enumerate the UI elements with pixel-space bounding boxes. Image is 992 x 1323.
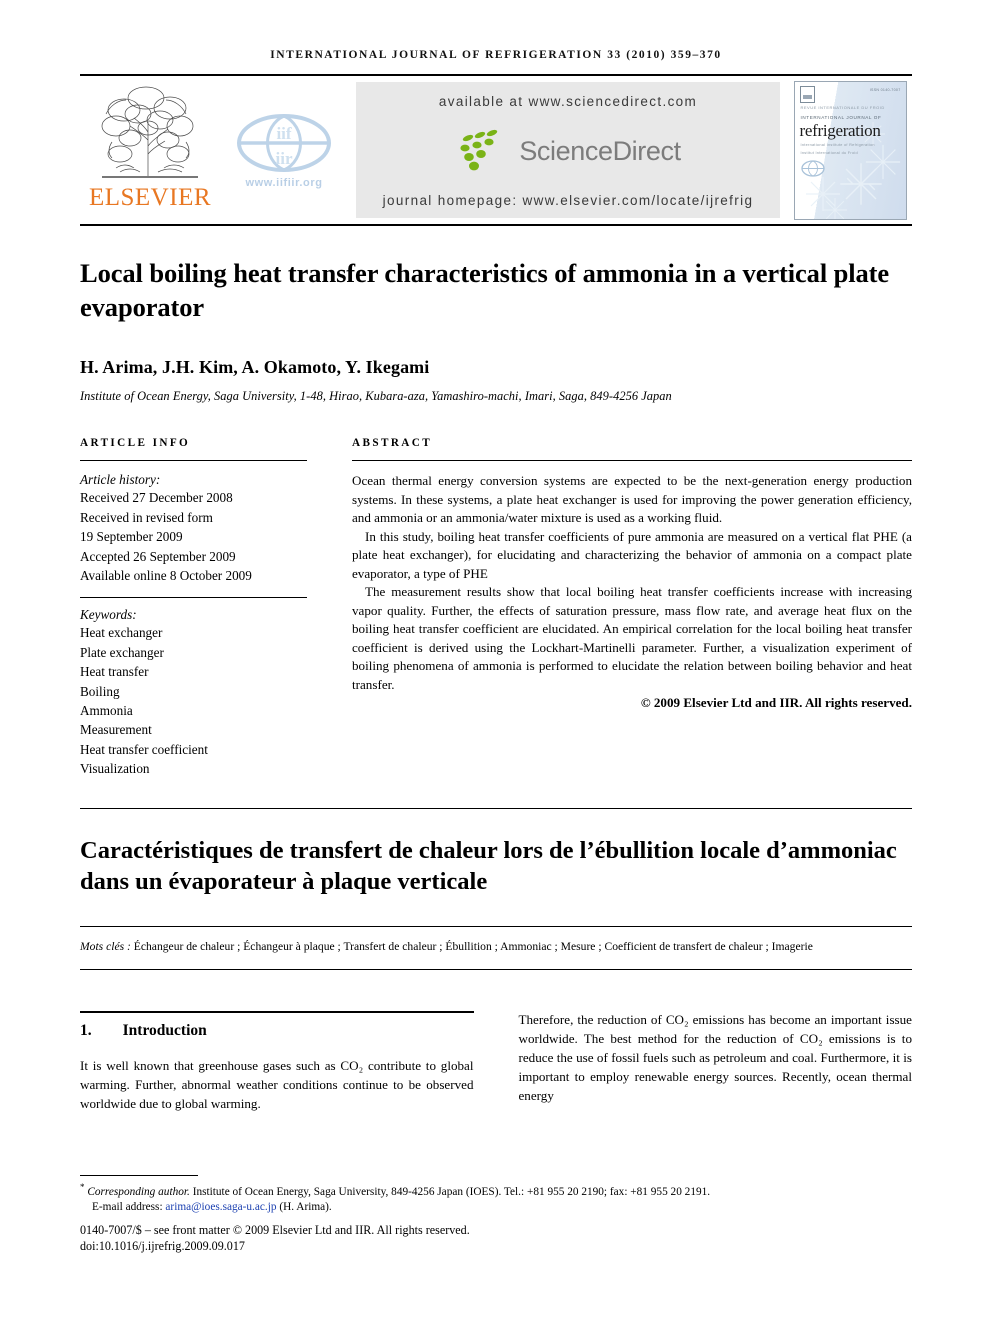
keyword-item: Measurement bbox=[80, 722, 152, 738]
keyword-item: Heat transfer bbox=[80, 664, 149, 680]
french-keywords: Mots clés : Échangeur de chaleur ; Échan… bbox=[80, 938, 912, 955]
elsevier-wordmark: ELSEVIER bbox=[88, 184, 212, 211]
divider-french-bottom bbox=[80, 969, 912, 971]
body-columns: 1. Introduction It is well known that gr… bbox=[80, 1011, 912, 1114]
article-info-heading: ARTICLE INFO bbox=[80, 437, 191, 450]
history-item: Received 27 December 2008 bbox=[80, 490, 233, 506]
history-item: Received in revised form bbox=[80, 509, 213, 525]
iir-globe-icon: iif iir bbox=[237, 113, 331, 172]
elsevier-logo: ELSEVIER bbox=[80, 76, 220, 224]
article-history-label: Article history: bbox=[80, 472, 161, 488]
footnote-area: * Corresponding author. Institute of Oce… bbox=[80, 1174, 912, 1255]
doi-line: doi:10.1016/j.ijrefrig.2009.09.017 bbox=[80, 1239, 245, 1254]
divider-article-info bbox=[80, 460, 307, 462]
author-affiliation: Institute of Ocean Energy, Saga Universi… bbox=[80, 389, 672, 404]
sciencedirect-wordmark: ScienceDirect bbox=[519, 135, 681, 166]
cover-elsevier-mark-icon bbox=[799, 85, 815, 103]
divider-keywords bbox=[80, 597, 307, 599]
iir-url-label: www.iifiir.org bbox=[245, 176, 323, 189]
cover-iir-globe-icon bbox=[800, 159, 825, 177]
corresponding-author-details: Institute of Ocean Energy, Saga Universi… bbox=[192, 1185, 711, 1198]
footnote-divider bbox=[80, 1174, 198, 1176]
email-note: E-mail address: arima@ioes.saga-u.ac.jp … bbox=[80, 1199, 912, 1215]
available-at-label: available at www.sciencedirect.com bbox=[438, 94, 698, 109]
email-owner: (H. Arima). bbox=[279, 1201, 332, 1214]
keywords-label: Keywords: bbox=[80, 607, 137, 623]
divider-section-head bbox=[80, 1011, 474, 1014]
sciencedirect-arrow-icon bbox=[460, 129, 498, 171]
french-keywords-list: Échangeur de chaleur ; Échangeur à plaqu… bbox=[133, 939, 813, 953]
body-column-right: Therefore, the reduction of CO₂ emission… bbox=[519, 1011, 913, 1114]
email-address-link[interactable]: arima@ioes.saga-u.ac.jp bbox=[165, 1201, 276, 1213]
french-title: Caractéristiques de transfert de chaleur… bbox=[80, 836, 897, 896]
body-text-left: It is well known that greenhouse gases s… bbox=[80, 1057, 474, 1114]
info-abstract-region: ARTICLE INFO Article history: Received 2… bbox=[80, 437, 912, 778]
elsevier-tree-icon bbox=[101, 86, 198, 178]
abstract-heading: ABSTRACT bbox=[352, 437, 433, 450]
section-title: Introduction bbox=[122, 1022, 207, 1040]
journal-masthead: ELSEVIER iif iir www.iifiir.org availabl… bbox=[80, 74, 912, 226]
front-matter-line: 0140-7007/$ – see front matter © 2009 El… bbox=[80, 1222, 470, 1237]
author-list: H. Arima, J.H. Kim, A. Okamoto, Y. Ikega… bbox=[80, 357, 912, 378]
cover-institute-line-2: Institut International du Froid bbox=[800, 150, 858, 155]
cover-issn-code: ISSN 0140-7007 bbox=[869, 87, 901, 92]
sciencedirect-banner: available at www.sciencedirect.com Scien… bbox=[356, 82, 780, 218]
svg-text:iir: iir bbox=[276, 149, 293, 168]
abstract-column: ABSTRACT Ocean thermal energy conversion… bbox=[352, 437, 912, 778]
corresponding-author-label: Corresponding author. bbox=[87, 1185, 190, 1198]
keyword-item: Visualization bbox=[80, 761, 150, 777]
abstract-paragraph: The measurement results show that local … bbox=[352, 584, 912, 692]
sciencedirect-logo: ScienceDirect bbox=[455, 129, 681, 173]
section-number: 1. bbox=[80, 1022, 92, 1040]
history-item: 19 September 2009 bbox=[80, 529, 183, 545]
abstract-body: Ocean thermal energy conversion systems … bbox=[352, 472, 912, 694]
section-heading: 1. Introduction bbox=[80, 1022, 474, 1040]
cover-english-line: INTERNATIONAL JOURNAL OF bbox=[800, 114, 882, 120]
abstract-paragraph: Ocean thermal energy conversion systems … bbox=[352, 473, 912, 526]
cover-french-line: REVUE INTERNATIONALE DU FROID bbox=[800, 104, 885, 110]
journal-homepage-label: journal homepage: www.elsevier.com/locat… bbox=[382, 193, 754, 208]
iir-logo: iif iir www.iifiir.org bbox=[220, 76, 348, 224]
email-address-label: E-mail address: bbox=[92, 1201, 163, 1214]
body-text-right: Therefore, the reduction of CO₂ emission… bbox=[519, 1011, 913, 1105]
abstract-paragraph: In this study, boiling heat transfer coe… bbox=[352, 528, 912, 581]
article-title: Local boiling heat transfer characterist… bbox=[80, 258, 890, 322]
keyword-item: Plate exchanger bbox=[80, 644, 164, 660]
divider-abstract bbox=[352, 460, 912, 462]
cover-institute-line-1: International Institute of Refrigeration bbox=[800, 142, 875, 147]
body-column-left: 1. Introduction It is well known that gr… bbox=[80, 1011, 474, 1114]
running-head: International Journal of Refrigeration 3… bbox=[270, 49, 722, 61]
author-names: H. Arima, J.H. Kim, A. Okamoto, Y. Ikega… bbox=[80, 357, 430, 378]
abstract-copyright: © 2009 Elsevier Ltd and IIR. All rights … bbox=[640, 695, 912, 711]
body-paragraph: It is well known that greenhouse gases s… bbox=[80, 1058, 474, 1111]
french-keywords-label: Mots clés : bbox=[80, 939, 131, 953]
keyword-item: Boiling bbox=[80, 683, 120, 699]
divider-french-top bbox=[80, 807, 912, 809]
journal-article-page: International Journal of Refrigeration 3… bbox=[0, 0, 992, 1323]
article-info-column: ARTICLE INFO Article history: Received 2… bbox=[80, 437, 307, 778]
keyword-item: Ammonia bbox=[80, 702, 133, 718]
corresponding-marker: * bbox=[80, 1181, 85, 1192]
keyword-item: Heat transfer coefficient bbox=[80, 741, 208, 757]
cover-journal-title: refrigeration bbox=[799, 120, 881, 140]
svg-text:iif: iif bbox=[276, 124, 291, 143]
history-item: Accepted 26 September 2009 bbox=[80, 548, 236, 564]
journal-cover-thumbnail: ISSN 0140-7007 REVUE INTERNATIONALE DU F… bbox=[788, 76, 912, 224]
corresponding-author-note: * Corresponding author. Institute of Oce… bbox=[80, 1181, 912, 1200]
divider-french-mid bbox=[80, 925, 912, 927]
history-item: Available online 8 October 2009 bbox=[80, 567, 252, 583]
body-paragraph: Therefore, the reduction of CO₂ emission… bbox=[518, 1012, 913, 1103]
keyword-item: Heat exchanger bbox=[80, 625, 163, 641]
